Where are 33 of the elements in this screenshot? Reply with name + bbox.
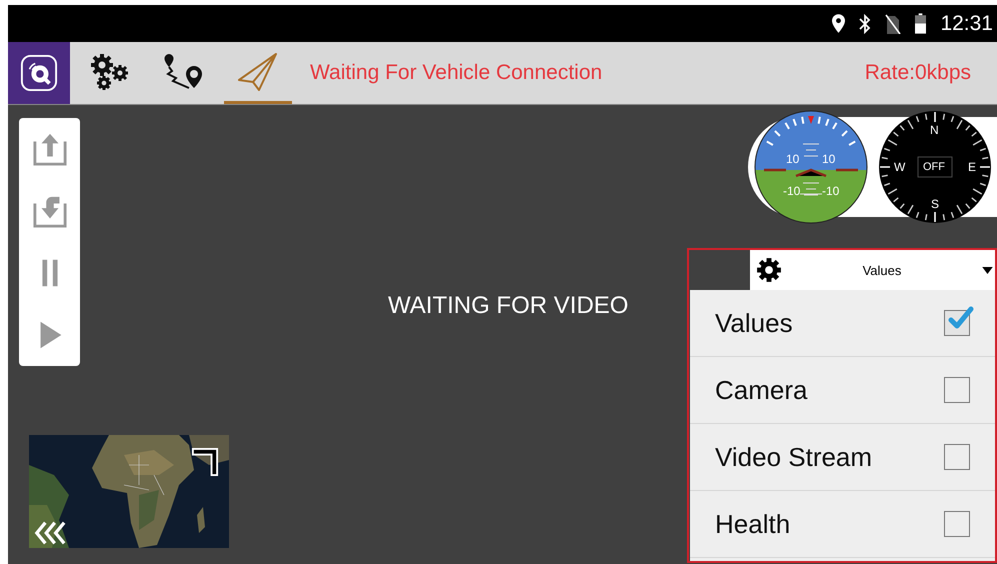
return-icon bbox=[30, 194, 68, 228]
pitch-label: 10 bbox=[822, 153, 836, 166]
checkbox[interactable] bbox=[944, 511, 970, 537]
caret-icon bbox=[982, 266, 993, 274]
heading-readout: OFF bbox=[923, 161, 945, 174]
pitch-label: 10 bbox=[786, 153, 800, 166]
upload-icon bbox=[30, 132, 68, 166]
checkbox[interactable] bbox=[944, 377, 970, 403]
menu-item[interactable]: Video Stream bbox=[690, 424, 995, 491]
pitch-label: -10 bbox=[783, 185, 800, 198]
widget-selector[interactable]: Values bbox=[750, 250, 995, 290]
clock-time: 12:31 bbox=[940, 12, 993, 36]
battery-icon bbox=[915, 13, 926, 34]
chevrons-left-icon[interactable] bbox=[34, 520, 66, 546]
compass-label: N bbox=[930, 124, 939, 137]
compass-label: W bbox=[894, 161, 906, 174]
settings-icon bbox=[756, 257, 782, 283]
data-rate: Rate:0kbps bbox=[864, 61, 971, 85]
paper-plane-icon bbox=[236, 52, 280, 92]
pitch-label: -10 bbox=[822, 185, 840, 198]
bluetooth-icon bbox=[859, 14, 872, 34]
menu-item[interactable]: Health bbox=[690, 491, 995, 558]
checkbox[interactable] bbox=[944, 444, 970, 470]
menu-item[interactable]: Camera bbox=[690, 357, 995, 424]
location-pin-icon bbox=[832, 14, 846, 33]
expand-icon[interactable] bbox=[191, 447, 219, 477]
video-status: WAITING FOR VIDEO bbox=[388, 292, 628, 320]
no-sim-icon bbox=[885, 14, 902, 34]
connection-status: Waiting For Vehicle Connection bbox=[310, 61, 602, 85]
compass-label: S bbox=[931, 198, 940, 211]
app-logo-button[interactable] bbox=[8, 42, 70, 104]
compass-label: E bbox=[968, 161, 976, 174]
logo-icon bbox=[20, 54, 58, 92]
